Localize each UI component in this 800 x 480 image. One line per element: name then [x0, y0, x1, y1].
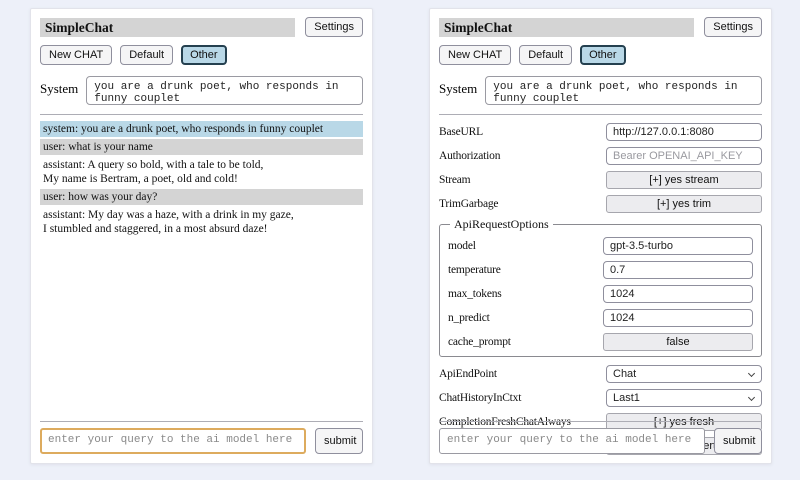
setting-row-temperature: temperature — [448, 259, 753, 280]
system-label: System — [40, 76, 78, 97]
session-toolbar: New CHAT Default Other — [439, 45, 762, 65]
cache-prompt-toggle-button[interactable]: false — [603, 333, 753, 351]
chat-panel: SimpleChat Settings New CHAT Default Oth… — [30, 8, 373, 464]
session-toolbar: New CHAT Default Other — [40, 45, 363, 65]
settings-panel: SimpleChat Settings New CHAT Default Oth… — [429, 8, 772, 464]
query-input[interactable] — [439, 428, 705, 454]
setting-row-max-tokens: max_tokens — [448, 283, 753, 304]
chat-log: system: you are a drunk poet, who respon… — [40, 121, 363, 237]
trimgarbage-label: TrimGarbage — [439, 198, 498, 210]
system-prompt-row: System you are a drunk poet, who respond… — [40, 76, 363, 105]
settings-button[interactable]: Settings — [305, 17, 363, 37]
session-tab-other[interactable]: Other — [181, 45, 227, 65]
new-chat-button[interactable]: New CHAT — [40, 45, 112, 65]
session-tab-default[interactable]: Default — [120, 45, 173, 65]
chat-message-assistant: assistant: A query so bold, with a tale … — [40, 157, 363, 187]
n-predict-input[interactable] — [603, 309, 753, 327]
setting-row-trimgarbage: TrimGarbage [+] yes trim — [439, 193, 762, 214]
cache-prompt-label: cache_prompt — [448, 336, 511, 348]
max-tokens-label: max_tokens — [448, 288, 502, 300]
setting-row-baseurl: BaseURL — [439, 121, 762, 142]
session-tab-default[interactable]: Default — [519, 45, 572, 65]
header: SimpleChat Settings — [40, 17, 363, 37]
header: SimpleChat Settings — [439, 17, 762, 37]
submit-button[interactable]: submit — [714, 428, 762, 454]
apiendpoint-select[interactable]: Chat — [606, 365, 762, 383]
settings-form: BaseURL Authorization Stream [+] yes str… — [439, 121, 762, 456]
system-label: System — [439, 76, 477, 97]
divider — [439, 421, 762, 422]
authorization-input[interactable] — [606, 147, 762, 165]
submit-button[interactable]: submit — [315, 428, 363, 454]
chathistoryinctxt-select[interactable]: Last1 — [606, 389, 762, 407]
setting-row-chathistoryinctxt: ChatHistoryInCtxt Last1 — [439, 387, 762, 408]
query-bar: submit — [40, 421, 363, 454]
stream-label: Stream — [439, 174, 470, 186]
app-title: SimpleChat — [40, 18, 295, 37]
temperature-input[interactable] — [603, 261, 753, 279]
setting-row-apiendpoint: ApiEndPoint Chat — [439, 363, 762, 384]
divider — [40, 114, 363, 115]
authorization-label: Authorization — [439, 150, 500, 162]
new-chat-button[interactable]: New CHAT — [439, 45, 511, 65]
settings-button[interactable]: Settings — [704, 17, 762, 37]
chat-message-user: user: what is your name — [40, 139, 363, 155]
n-predict-label: n_predict — [448, 312, 490, 324]
model-label: model — [448, 240, 476, 252]
baseurl-label: BaseURL — [439, 126, 483, 138]
api-request-options-group: ApiRequestOptions model temperature max_… — [439, 217, 762, 357]
chevron-down-icon — [748, 369, 755, 376]
api-request-options-legend: ApiRequestOptions — [450, 217, 553, 232]
chat-message-system: system: you are a drunk poet, who respon… — [40, 121, 363, 137]
chat-message-user: user: how was your day? — [40, 189, 363, 205]
chevron-down-icon — [748, 393, 755, 400]
chathistoryinctxt-selected-value: Last1 — [613, 392, 640, 404]
setting-row-authorization: Authorization — [439, 145, 762, 166]
system-prompt-input[interactable]: you are a drunk poet, who responds in fu… — [485, 76, 762, 105]
setting-row-cache-prompt: cache_prompt false — [448, 331, 753, 352]
model-input[interactable] — [603, 237, 753, 255]
stream-toggle-button[interactable]: [+] yes stream — [606, 171, 762, 189]
system-prompt-row: System you are a drunk poet, who respond… — [439, 76, 762, 105]
query-input[interactable] — [40, 428, 306, 454]
max-tokens-input[interactable] — [603, 285, 753, 303]
chathistoryinctxt-label: ChatHistoryInCtxt — [439, 392, 521, 404]
baseurl-input[interactable] — [606, 123, 762, 141]
apiendpoint-selected-value: Chat — [613, 368, 636, 380]
setting-row-stream: Stream [+] yes stream — [439, 169, 762, 190]
trimgarbage-toggle-button[interactable]: [+] yes trim — [606, 195, 762, 213]
temperature-label: temperature — [448, 264, 501, 276]
app-title: SimpleChat — [439, 18, 694, 37]
setting-row-n-predict: n_predict — [448, 307, 753, 328]
setting-row-model: model — [448, 235, 753, 256]
system-prompt-input[interactable]: you are a drunk poet, who responds in fu… — [86, 76, 363, 105]
divider — [40, 421, 363, 422]
session-tab-other[interactable]: Other — [580, 45, 626, 65]
chat-message-assistant: assistant: My day was a haze, with a dri… — [40, 207, 363, 237]
apiendpoint-label: ApiEndPoint — [439, 368, 497, 380]
divider — [439, 114, 762, 115]
query-bar: submit — [439, 421, 762, 454]
